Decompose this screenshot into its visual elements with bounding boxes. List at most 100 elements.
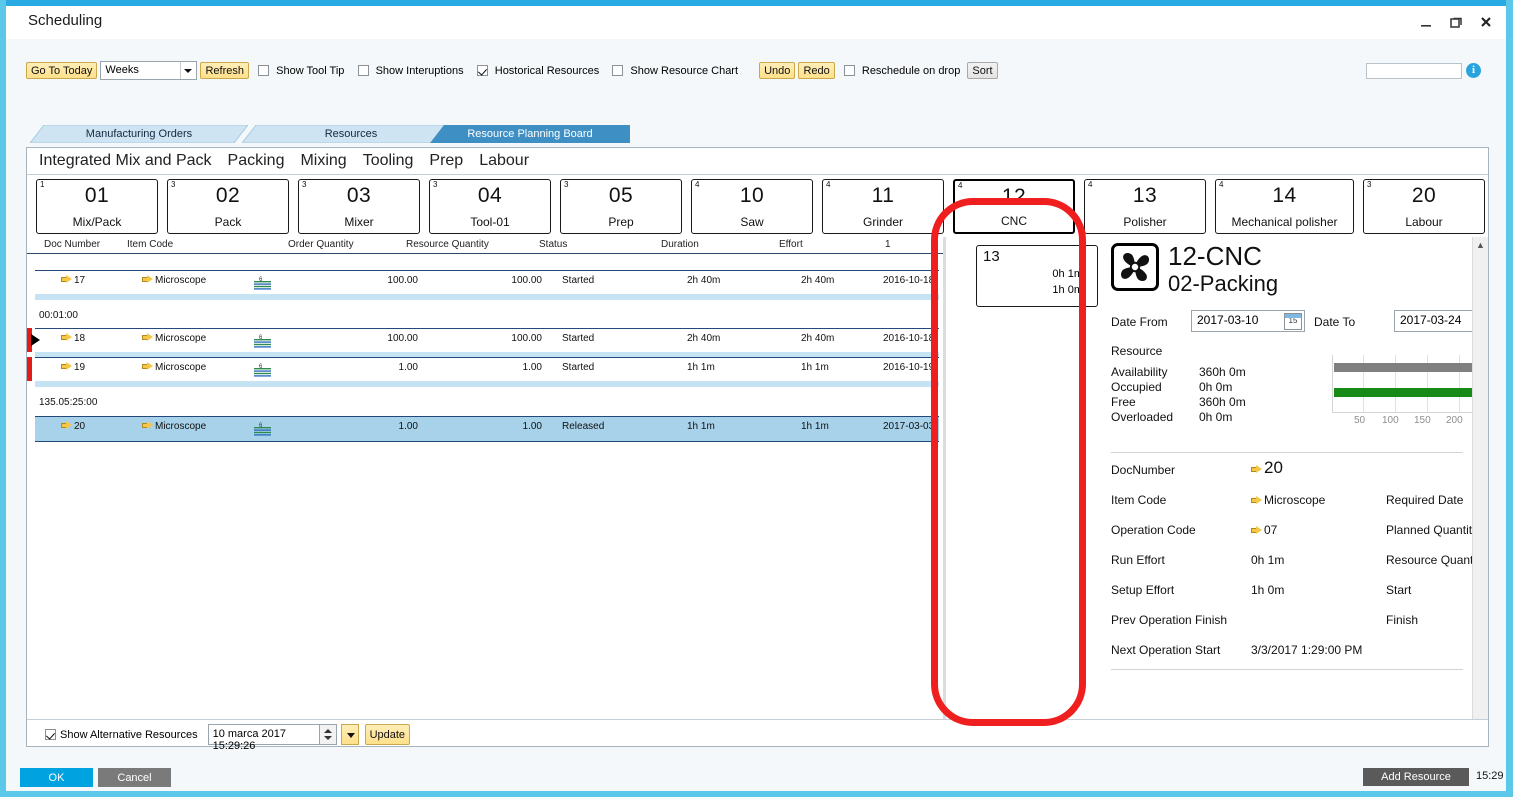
card-number: 03: [299, 184, 419, 208]
detail-vertical-scrollbar[interactable]: ▲ ▼: [1472, 237, 1488, 729]
cell-item-code: Microscope: [142, 333, 206, 344]
range-select[interactable]: Weeks: [100, 61, 197, 80]
date-from-input[interactable]: 2017-03-10 15: [1191, 310, 1305, 332]
stat-label-occupied: Occupied: [1111, 380, 1162, 394]
scroll-up-icon[interactable]: ▲: [1473, 237, 1488, 252]
resource-card-13[interactable]: 4 13 Polisher: [1084, 179, 1206, 234]
field-label-required-date: Required Date: [1386, 493, 1463, 507]
checkbox-reschedule-on-drop[interactable]: [844, 65, 855, 76]
col-order-quantity[interactable]: Order Quantity: [288, 239, 354, 250]
tab-label: Resource Planning Board: [467, 128, 592, 140]
col-item-code[interactable]: Item Code: [127, 239, 173, 250]
xtick-50: 50: [1354, 415, 1365, 426]
chart-plot-area: [1332, 355, 1473, 413]
card-name: Polisher: [1085, 215, 1205, 229]
card-number: 13: [1085, 184, 1205, 208]
table-row[interactable]: 20 Microscope 6 1.00 1.00 Released 1h 1m…: [35, 416, 939, 440]
resource-card-05[interactable]: 3 05 Prep: [560, 179, 682, 234]
cell-order-quantity: 1.00: [360, 421, 418, 432]
chart-x-axis: 50 100 150 200: [1332, 415, 1473, 429]
table-row[interactable]: 18 Microscope 6 100.00 100.00 Started 2h…: [35, 328, 939, 352]
checkbox-show-resource-chart[interactable]: [612, 65, 623, 76]
process-packing[interactable]: Packing: [228, 152, 285, 170]
range-select-value: Weeks: [105, 64, 138, 76]
info-icon[interactable]: i: [1466, 63, 1481, 78]
checkbox-show-interuptions[interactable]: [358, 65, 369, 76]
col-duration[interactable]: Duration: [661, 239, 699, 250]
resource-card-14[interactable]: 4 14 Mechanical polisher: [1215, 179, 1354, 234]
col-extra[interactable]: 1: [885, 239, 891, 250]
resource-card-12[interactable]: 4 12 CNC: [953, 179, 1075, 234]
checkbox-hostorical-resources[interactable]: [477, 65, 488, 76]
arrow-right-icon: [61, 275, 73, 284]
field-label-run-effort: Run Effort: [1111, 553, 1165, 567]
process-tooling[interactable]: Tooling: [363, 152, 414, 170]
col-resource-quantity[interactable]: Resource Quantity: [406, 239, 489, 250]
tab-manufacturing-orders[interactable]: Manufacturing Orders: [30, 125, 248, 143]
resource-card-02[interactable]: 3 02 Pack: [167, 179, 289, 234]
search-input[interactable]: [1366, 63, 1462, 79]
checkbox-show-alternative-resources[interactable]: [45, 729, 56, 740]
process-mixing[interactable]: Mixing: [300, 152, 346, 170]
card-number: 01: [37, 184, 157, 208]
update-button[interactable]: Update: [365, 724, 410, 745]
cancel-button[interactable]: Cancel: [98, 768, 171, 787]
add-resource-button[interactable]: Add Resource: [1363, 768, 1469, 786]
chevron-down-icon[interactable]: [180, 62, 194, 79]
datetime-dropdown-button[interactable]: [341, 724, 359, 745]
arrow-right-icon: [61, 362, 73, 371]
minimize-icon[interactable]: [1418, 14, 1434, 30]
card-number: 05: [561, 184, 681, 208]
resource-card-11[interactable]: 4 11 Grinder: [822, 179, 944, 234]
refresh-button[interactable]: Refresh: [200, 62, 249, 79]
cell-effort: 1h 1m: [801, 421, 829, 432]
datetime-input[interactable]: 10 marca 2017 15:29:26: [208, 724, 320, 745]
col-doc-number[interactable]: Doc Number: [44, 239, 100, 250]
redo-button[interactable]: Redo: [798, 62, 834, 79]
undo-button[interactable]: Undo: [759, 62, 795, 79]
resource-card-01[interactable]: 1 01 Mix/Pack: [36, 179, 158, 234]
tab-resources[interactable]: Resources: [242, 125, 460, 143]
resource-card-10[interactable]: 4 10 Saw: [691, 179, 813, 234]
tab-resource-planning-board[interactable]: Resource Planning Board: [430, 125, 630, 143]
card-number: 04: [430, 184, 550, 208]
card-name: Tool-01: [430, 215, 550, 229]
cell-order-quantity: 100.00: [360, 333, 418, 344]
table-row[interactable]: 17 Microscope 6 100.00 100.00 Started 2h…: [35, 270, 939, 294]
window-body: Go To Today Weeks Refresh Show Tool Tip …: [6, 39, 1506, 758]
restore-icon[interactable]: [1448, 14, 1464, 30]
resource-card-03[interactable]: 3 03 Mixer: [298, 179, 420, 234]
card-name: Prep: [561, 215, 681, 229]
cell-date: 2017-03-03: [883, 421, 934, 432]
card-number: 02: [168, 184, 288, 208]
arrow-right-icon: [61, 333, 73, 342]
table-row[interactable]: 19 Microscope 6 1.00 1.00 Started 1h 1m …: [35, 357, 939, 381]
go-to-today-button[interactable]: Go To Today: [26, 62, 97, 79]
datetime-spinner[interactable]: [320, 724, 337, 745]
alternative-resource-card-13[interactable]: 13 0h 1m 1h 0m: [976, 245, 1098, 307]
process-labour[interactable]: Labour: [479, 152, 529, 170]
close-icon[interactable]: [1478, 14, 1494, 30]
col-effort[interactable]: Effort: [779, 239, 803, 250]
stat-value-free: 360h 0m: [1199, 395, 1246, 409]
resource-card-20[interactable]: 3 20 Labour: [1363, 179, 1485, 234]
cell-status: Started: [562, 362, 594, 373]
date-to-input[interactable]: 2017-03-24 15: [1394, 310, 1473, 332]
col-status[interactable]: Status: [539, 239, 567, 250]
tab-label: Manufacturing Orders: [86, 128, 192, 140]
field-value-run-effort: 0h 1m: [1251, 553, 1284, 567]
card-name: Mechanical polisher: [1216, 215, 1353, 229]
calendar-icon[interactable]: 15: [1284, 313, 1302, 330]
card-number: 10: [692, 184, 812, 208]
ok-button[interactable]: OK: [20, 768, 93, 787]
fan-icon: [1111, 243, 1159, 291]
process-integrated-mix-and-pack[interactable]: Integrated Mix and Pack: [39, 152, 212, 170]
card-name: Saw: [692, 215, 812, 229]
process-prep[interactable]: Prep: [429, 152, 463, 170]
card-number: 20: [1364, 184, 1484, 208]
checkbox-show-tool-tip[interactable]: [258, 65, 269, 76]
xtick-200: 200: [1446, 415, 1463, 426]
sort-button[interactable]: Sort: [967, 62, 997, 79]
field-label-prev-operation-finish: Prev Operation Finish: [1111, 613, 1227, 627]
resource-card-04[interactable]: 3 04 Tool-01: [429, 179, 551, 234]
